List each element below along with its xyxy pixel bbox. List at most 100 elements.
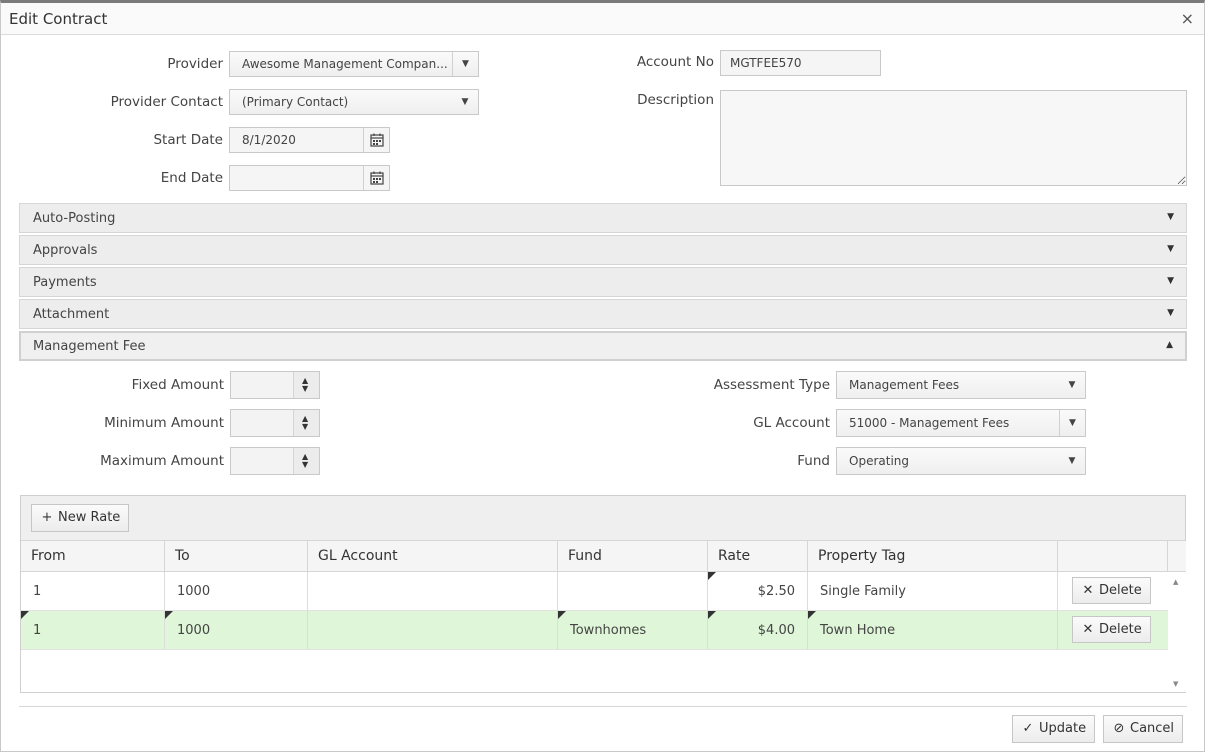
- new-rate-label: New Rate: [58, 510, 121, 525]
- chevron-down-icon: ▼: [1068, 380, 1076, 390]
- column-header-property-tag[interactable]: Property Tag: [808, 541, 1058, 572]
- spinner[interactable]: ▲ ▼: [293, 372, 319, 398]
- cancel-button[interactable]: ⊘ Cancel: [1103, 715, 1184, 743]
- panel-title: Approvals: [33, 243, 98, 258]
- end-date-input[interactable]: [229, 165, 390, 191]
- grid-scrollbar[interactable]: ▲ ▼: [1168, 572, 1186, 692]
- gl-account-select[interactable]: 51000 - Management Fees ▼: [836, 409, 1086, 437]
- assessment-type-select[interactable]: Management Fees ▼: [836, 371, 1086, 399]
- footer-divider: [19, 706, 1187, 707]
- cell-fund[interactable]: Townhomes: [558, 611, 708, 650]
- cell-from[interactable]: 1: [21, 572, 165, 611]
- close-icon[interactable]: ×: [1181, 9, 1194, 28]
- maximum-amount-stepper[interactable]: ▲ ▼: [230, 447, 320, 475]
- spinner[interactable]: ▲ ▼: [293, 410, 319, 436]
- provider-label: Provider: [167, 56, 223, 72]
- calendar-icon[interactable]: [363, 166, 389, 190]
- rates-grid: + New Rate From To GL Account Fund Rate P…: [20, 495, 1186, 693]
- assessment-type-value: Management Fees: [849, 378, 960, 392]
- assessment-type-label: Assessment Type: [713, 377, 830, 393]
- minimum-amount-stepper[interactable]: ▲ ▼: [230, 409, 320, 437]
- provider-contact-value: (Primary Contact): [242, 95, 349, 109]
- scroll-up-icon[interactable]: ▲: [1173, 578, 1178, 586]
- delete-label: Delete: [1099, 622, 1142, 637]
- delete-button[interactable]: ✕ Delete: [1072, 577, 1151, 604]
- cancel-label: Cancel: [1130, 721, 1175, 736]
- gl-account-value: 51000 - Management Fees: [849, 416, 1010, 430]
- chevron-up-icon: ▲: [1166, 340, 1173, 350]
- cell-gl-account[interactable]: [308, 572, 558, 611]
- caret-down-icon: ▼: [302, 422, 309, 431]
- dirty-marker-icon: [708, 611, 716, 619]
- fund-label: Fund: [797, 453, 830, 469]
- cell-property-tag[interactable]: Single Family: [808, 572, 1058, 611]
- table-row[interactable]: 1 1000 Townhomes $4.00 Town Home ✕ Delete: [21, 611, 1168, 650]
- check-icon: ✓: [1022, 721, 1034, 736]
- close-icon: ✕: [1082, 583, 1094, 598]
- account-no-value: MGTFEE570: [730, 56, 802, 70]
- plus-icon: +: [41, 510, 53, 525]
- chevron-down-icon: ▼: [1059, 410, 1085, 436]
- cell-property-tag-value: Town Home: [820, 623, 896, 638]
- cell-rate-value: $2.50: [757, 584, 795, 599]
- grid-header: From To GL Account Fund Rate Property Ta…: [21, 541, 1168, 572]
- panel-auto-posting[interactable]: Auto-Posting ▼: [19, 203, 1187, 233]
- provider-contact-select[interactable]: (Primary Contact) ▼: [229, 89, 479, 115]
- column-header-rate[interactable]: Rate: [708, 541, 808, 572]
- start-date-label: Start Date: [153, 132, 223, 148]
- caret-down-icon: ▼: [302, 460, 309, 469]
- column-header-gl-account[interactable]: GL Account: [308, 541, 558, 572]
- panel-approvals[interactable]: Approvals ▼: [19, 235, 1187, 265]
- fund-select[interactable]: Operating ▼: [836, 447, 1086, 475]
- delete-button[interactable]: ✕ Delete: [1072, 616, 1151, 643]
- cell-actions: ✕ Delete: [1058, 611, 1168, 650]
- panel-title: Attachment: [33, 307, 110, 322]
- dirty-marker-icon: [21, 611, 29, 619]
- cell-rate[interactable]: $4.00: [708, 611, 808, 650]
- column-header-actions: [1058, 541, 1168, 572]
- spinner[interactable]: ▲ ▼: [293, 448, 319, 474]
- cell-fund[interactable]: [558, 572, 708, 611]
- fixed-amount-stepper[interactable]: ▲ ▼: [230, 371, 320, 399]
- new-rate-button[interactable]: + New Rate: [31, 504, 130, 532]
- provider-contact-label: Provider Contact: [110, 94, 223, 110]
- panel-payments[interactable]: Payments ▼: [19, 267, 1187, 297]
- dialog-title: Edit Contract: [9, 10, 108, 28]
- cell-to[interactable]: 1000: [165, 611, 308, 650]
- start-date-input[interactable]: 8/1/2020: [229, 127, 390, 153]
- dirty-marker-icon: [558, 611, 566, 619]
- cell-from[interactable]: 1: [21, 611, 165, 650]
- dirty-marker-icon: [165, 611, 173, 619]
- caret-down-icon: ▼: [302, 384, 309, 393]
- chevron-down-icon: ▼: [1167, 212, 1174, 222]
- cell-rate[interactable]: $2.50: [708, 572, 808, 611]
- update-button[interactable]: ✓ Update: [1012, 715, 1096, 743]
- column-header-to[interactable]: To: [165, 541, 308, 572]
- column-header-fund[interactable]: Fund: [558, 541, 708, 572]
- cell-property-tag[interactable]: Town Home: [808, 611, 1058, 650]
- panel-title: Auto-Posting: [33, 211, 116, 226]
- panel-title: Payments: [33, 275, 97, 290]
- table-row[interactable]: 1 1000 $2.50 Single Family ✕ Delete: [21, 572, 1168, 611]
- end-date-label: End Date: [160, 170, 223, 186]
- account-no-input[interactable]: MGTFEE570: [720, 50, 881, 76]
- column-header-from[interactable]: From: [21, 541, 165, 572]
- cell-fund-value: Townhomes: [570, 623, 647, 638]
- panel-management-fee[interactable]: Management Fee ▲: [19, 331, 1187, 361]
- panel-attachment[interactable]: Attachment ▼: [19, 299, 1187, 329]
- provider-select[interactable]: Awesome Management Compan... ▼: [229, 51, 479, 77]
- cell-gl-account[interactable]: [308, 611, 558, 650]
- chevron-down-icon: ▼: [1167, 276, 1174, 286]
- grid-toolbar: + New Rate: [21, 496, 1185, 541]
- scroll-down-icon[interactable]: ▼: [1173, 680, 1178, 688]
- minimum-amount-label: Minimum Amount: [104, 415, 224, 431]
- calendar-icon[interactable]: [363, 128, 389, 152]
- description-textarea[interactable]: [720, 90, 1187, 186]
- chevron-down-icon: ▼: [1167, 244, 1174, 254]
- cell-to-value: 1000: [177, 623, 211, 638]
- cell-to[interactable]: 1000: [165, 572, 308, 611]
- chevron-down-icon: ▼: [1068, 456, 1076, 466]
- panel-title: Management Fee: [33, 339, 146, 354]
- fund-value: Operating: [849, 454, 909, 468]
- cell-from-value: 1: [33, 623, 42, 638]
